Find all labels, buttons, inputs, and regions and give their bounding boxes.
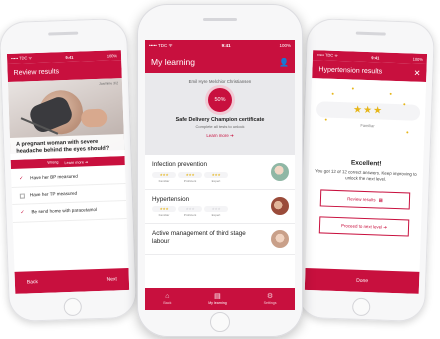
answer-label: Have her BP measured (30, 173, 78, 181)
battery: 100% (106, 52, 118, 59)
star-rating: ★★★ (204, 206, 228, 213)
progress-badge: 50% (208, 88, 232, 112)
calendar-icon: ▦ (378, 197, 383, 203)
level-label: Expert (211, 178, 221, 183)
certificate-title: Safe Delivery Champion certificate (175, 117, 265, 123)
checkbox-icon (19, 193, 25, 199)
level-label: Familiar (158, 213, 170, 218)
battery: 100% (412, 56, 423, 62)
result-message: You got 12 of 12 correct answers. Keep i… (314, 168, 417, 182)
answer-label: Be send home with paracetamol (31, 207, 98, 215)
right-phone: ••••• TDC ᯤ 9:41 100% Hypertension resul… (296, 17, 436, 323)
course-title: Hypertension (152, 195, 190, 203)
review-results-button[interactable]: Review results ▦ (319, 189, 411, 210)
wrong-label: Wrong (47, 160, 59, 166)
book-icon: ▤ (214, 293, 221, 300)
result-heading: Excellent! (350, 159, 382, 168)
home-button[interactable] (63, 297, 83, 317)
back-button[interactable]: Back (27, 279, 38, 285)
level-label: Familiar (360, 122, 375, 128)
done-label: Done (356, 277, 369, 285)
tab-label: Settings (263, 301, 277, 305)
photo-caption: Jasmine 3/2 (99, 81, 119, 86)
my-learning-screen: ••••• TDC ᯤ 9:41 100% My learning 👤 Emil… (145, 40, 295, 310)
course-item[interactable]: Active management of third stage labour (145, 224, 295, 256)
answer-option[interactable]: ✓ Be send home with paracetamol (12, 201, 127, 223)
app-bar: My learning 👤 (145, 51, 295, 73)
course-title: Infection prevention (152, 161, 207, 168)
close-icon[interactable]: ✕ (414, 68, 421, 77)
status-bar: ••••• TDC ᯤ 9:41 100% (145, 40, 295, 51)
learn-more-link[interactable]: Learn more ➔ (206, 133, 233, 139)
result-summary: Excellent! You got 12 of 12 correct answ… (309, 148, 424, 183)
level-label: Familiar (158, 178, 170, 183)
home-button[interactable] (351, 297, 371, 317)
clock: 9:41 (371, 54, 380, 60)
check-icon: ✓ (19, 175, 24, 182)
certificate-subtitle: Complete all tests to unlock (195, 124, 245, 129)
star-rating: ★★★ (152, 171, 176, 178)
tab-label: Back (163, 301, 172, 305)
tab-back[interactable]: ⌂ Back (163, 293, 171, 305)
bottom-nav: Back Next (14, 267, 130, 294)
level-row: ★★★ Familiar ★★★ Proficient ★★★ Expert (152, 171, 265, 183)
clock: 9:41 (221, 43, 231, 48)
question-text: A pregnant woman with severe headache be… (9, 134, 125, 160)
left-phone: ••••• TDC ᯤ 9:41 100% Review results Jas… (0, 17, 138, 323)
person-icon[interactable]: 👤 (279, 58, 289, 67)
home-button[interactable] (210, 312, 230, 332)
tab-my-learning[interactable]: ▤ My learning (208, 293, 227, 305)
speaker (355, 31, 386, 36)
battery: 100% (279, 43, 291, 48)
speaker (48, 31, 79, 36)
gear-icon: ⚙ (266, 293, 274, 300)
tab-label: My learning (208, 301, 227, 305)
answer-list: ✓ Have her BP measured Have her TP measu… (10, 165, 127, 225)
screen-title: Review results (13, 67, 60, 77)
level-label: Proficient (183, 213, 197, 218)
screen-title: Hypertension results (318, 65, 383, 76)
learn-more-link[interactable]: Learn more ➔ (64, 159, 88, 165)
answer-label: Have her TP measured (29, 191, 78, 198)
tab-bar: ⌂ Back ▤ My learning ⚙ Settings (145, 288, 295, 310)
course-thumbnail (271, 162, 289, 181)
learner-name: Emil Hyre Melchior Christiansen (188, 79, 252, 84)
level-label: Proficient (183, 178, 197, 183)
proceed-label: Proceed to next level ➔ (341, 223, 388, 230)
level-label: Expert (211, 213, 221, 218)
screen-title: My learning (151, 57, 195, 67)
certificate-card[interactable]: Emil Hyre Melchior Christiansen 50% Safe… (145, 73, 295, 155)
course-title: Active management of third stage labour (152, 230, 246, 245)
carrier: ••••• TDC ᯤ (149, 42, 173, 48)
review-results-screen: ••••• TDC ᯤ 9:41 100% Review results Jas… (6, 50, 130, 294)
home-icon: ⌂ (165, 293, 170, 300)
hypertension-results-screen: ••••• TDC ᯤ 9:41 100% Hypertension resul… (304, 50, 428, 294)
course-item[interactable]: Infection prevention ★★★ Familiar ★★★ Prof… (145, 155, 295, 190)
star-rating: ★★★ (178, 206, 202, 213)
course-thumbnail (271, 197, 289, 216)
center-phone: ••••• TDC ᯤ 9:41 100% My learning 👤 Emil… (137, 4, 303, 337)
star-rating: ★★★ (178, 171, 202, 178)
done-button[interactable]: Done (304, 267, 420, 294)
level-row: ★★★ Familiar ★★★ Proficient ★★★ Expert (152, 206, 265, 217)
course-item[interactable]: Hypertension ★★★ Familiar ★★★ Proficient ★… (145, 190, 295, 225)
star-rating: ★★★ (152, 206, 176, 213)
review-results-label: Review results (347, 196, 376, 203)
course-thumbnail (271, 230, 289, 249)
carrier: ••••• TDC ᯤ (316, 52, 339, 58)
star-rating: ★★★ (204, 171, 228, 178)
carrier: ••••• TDC ᯤ (10, 55, 33, 61)
star-banner: ★★★ Familiar (309, 78, 427, 153)
proceed-button[interactable]: Proceed to next level ➔ (318, 216, 410, 237)
next-button[interactable]: Next (106, 276, 116, 282)
check-icon: ✓ (20, 209, 25, 217)
speaker (203, 18, 237, 21)
tab-settings[interactable]: ⚙ Settings (264, 293, 277, 305)
clock: 9:41 (65, 54, 74, 60)
